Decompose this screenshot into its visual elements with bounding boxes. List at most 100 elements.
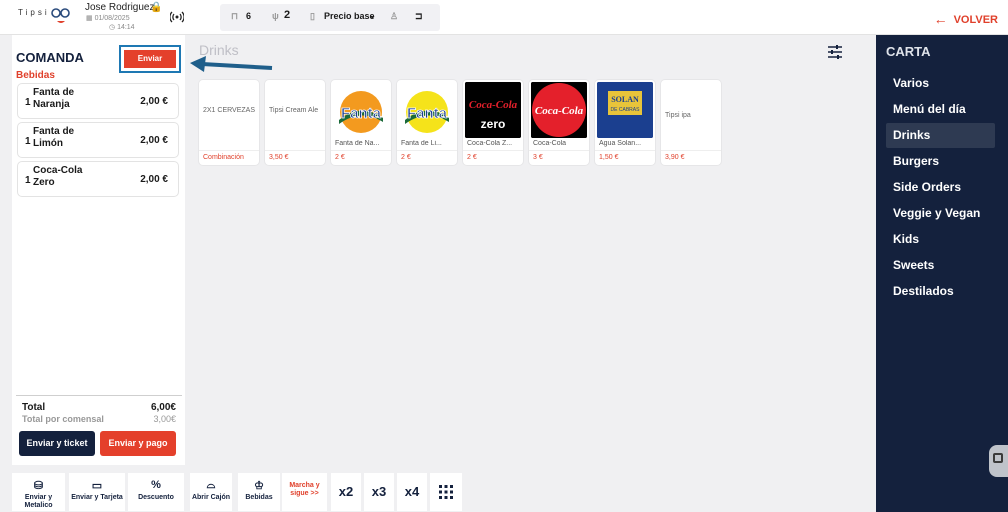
order-name: Fanta de Naranja [33, 87, 75, 110]
send-cash-button[interactable]: ⛁ Enviar y Metalico [12, 473, 65, 511]
send-card-button[interactable]: ▭ Enviar y Tarjeta [69, 473, 125, 511]
product-name: Tipsi ipa [665, 112, 691, 119]
product-name: Tipsi Cream Ale [269, 107, 319, 114]
send-button-highlight[interactable]: Enviar [119, 45, 181, 73]
card-divider [529, 150, 589, 151]
order-item[interactable]: 1 Fanta de Naranja 2,00 € [17, 83, 179, 119]
category-varios[interactable]: Varios [886, 71, 995, 96]
chef-hat-icon: ♔ [254, 480, 264, 492]
solan-de-cabras-icon: SOLAN DE CABRAS [597, 82, 653, 138]
product-name: Fanta de Li... [401, 140, 442, 147]
svg-text:Coca-Cola: Coca-Cola [535, 105, 584, 117]
section-label: Bebidas [16, 70, 55, 81]
product-card[interactable]: SOLAN DE CABRAS Agua Solan... 1,50 € [595, 80, 655, 165]
x4-button[interactable]: x4 [397, 473, 427, 511]
back-label: VOLVER [953, 14, 998, 26]
card-divider [595, 150, 655, 151]
filter-sliders-icon[interactable] [827, 44, 843, 60]
keypad-icon [439, 485, 453, 499]
product-price: 2 € [467, 154, 477, 161]
send-ticket-button[interactable]: Enviar y ticket [19, 431, 95, 456]
total-label: Total [22, 402, 46, 413]
card-divider [463, 150, 523, 151]
fanta-lemon-icon: Fanta [399, 82, 455, 138]
discount-label: Descuento [138, 494, 174, 501]
order-qty: 1 [25, 97, 31, 108]
product-card[interactable]: Coca-Cola zero Coca-Cola Z... 2 € [463, 80, 523, 165]
per-guest-label: Total por comensal [22, 414, 104, 424]
x3-button[interactable]: x3 [364, 473, 394, 511]
march-button[interactable]: Marcha y sigue >> [282, 473, 327, 511]
pointer-arrow-icon [190, 56, 273, 72]
keypad-button[interactable] [430, 473, 462, 511]
price-mode[interactable]: Precio base [324, 11, 375, 21]
drinks-send-button[interactable]: ♔ Bebidas [238, 473, 280, 511]
card-divider [265, 150, 325, 151]
category-drinks[interactable]: Drinks [886, 123, 995, 148]
send-button[interactable]: Enviar [124, 50, 176, 68]
nfc-icon[interactable] [170, 10, 184, 24]
order-name: Coca-Cola Zero [33, 165, 83, 188]
open-drawer-button[interactable]: ⌓ Abrir Cajón [190, 473, 232, 511]
product-card[interactable]: 2X1 CERVEZAS Combinación [199, 80, 259, 165]
table-info-bar[interactable]: ⊓ 6 ψ 2 ▯ Precio base ⌄ ♙ ⊐ [220, 4, 440, 31]
category-kids[interactable]: Kids [886, 227, 995, 252]
x2-button[interactable]: x2 [331, 473, 361, 511]
order-qty: 1 [25, 175, 31, 186]
order-item[interactable]: 1 Fanta de Limón 2,00 € [17, 122, 179, 158]
svg-text:Fanta: Fanta [407, 105, 448, 122]
card-divider [661, 150, 721, 151]
card-divider [397, 150, 457, 151]
date-value: 01/08/2025 [94, 15, 130, 22]
product-card[interactable]: Coca-Cola Coca-Cola 3 € [529, 80, 589, 165]
discount-button[interactable]: % Descuento [128, 473, 184, 511]
cutlery-icon: ψ [272, 11, 279, 21]
category-destilados[interactable]: Destilados [886, 279, 995, 304]
order-qty: 1 [25, 136, 31, 147]
product-name: Coca-Cola Z... [467, 140, 513, 147]
product-card[interactable]: Tipsi ipa 3,90 € [661, 80, 721, 165]
product-price: 2 € [401, 154, 411, 161]
svg-text:Fanta: Fanta [341, 105, 382, 122]
product-card[interactable]: Fanta Fanta de Li... 2 € [397, 80, 457, 165]
order-price: 2,00 € [140, 174, 168, 185]
card-icon: ▭ [91, 480, 103, 492]
product-card[interactable]: Fanta Fanta de Na... 2 € [331, 80, 391, 165]
send-card-label: Enviar y Tarjeta [71, 494, 123, 501]
send-pay-button[interactable]: Enviar y pago [100, 431, 176, 456]
comanda-title: COMANDA [16, 50, 84, 65]
lock-icon[interactable]: 🔒 [150, 2, 162, 13]
product-name: Coca-Cola [533, 140, 567, 147]
open-drawer-label: Abrir Cajón [191, 494, 231, 501]
category-veggie-vegan[interactable]: Veggie y Vegan [886, 201, 995, 226]
send-cash-label: Enviar y Metalico [24, 494, 53, 509]
order-item[interactable]: 1 Coca-Cola Zero 2,00 € [17, 161, 179, 197]
product-name: Agua Solan... [599, 140, 642, 147]
tag-icon: ▯ [310, 11, 315, 21]
card-divider [199, 150, 259, 151]
time-value: 14:14 [117, 24, 135, 31]
svg-text:Coca-Cola: Coca-Cola [469, 99, 518, 111]
order-price: 2,00 € [140, 135, 168, 146]
drinks-send-label: Bebidas [245, 494, 273, 501]
svg-text:zero: zero [481, 117, 506, 131]
product-price: 2 € [335, 154, 345, 161]
time-label: ◷ 14:14 [109, 24, 135, 31]
category-sweets[interactable]: Sweets [886, 253, 995, 278]
transfer-icon[interactable]: ⊐ [415, 11, 423, 22]
category-menu-del-dia[interactable]: Menú del día [886, 97, 995, 122]
person-icon[interactable]: ♙ [390, 11, 398, 22]
category-burgers[interactable]: Burgers [886, 149, 995, 174]
per-guest-value: 3,00€ [153, 414, 176, 424]
side-drawer-tab[interactable] [989, 445, 1008, 477]
product-price: 3,50 € [269, 154, 289, 161]
chevron-down-icon[interactable]: ⌄ [369, 11, 376, 20]
back-button[interactable]: ← VOLVER [934, 10, 998, 27]
product-price: 1,50 € [599, 154, 619, 161]
product-card[interactable]: Tipsi Cream Ale 3,50 € [265, 80, 325, 165]
date-label: ▦ 01/08/2025 [86, 15, 130, 22]
product-tag: Combinación [203, 154, 244, 161]
cash-icon: ⛁ [33, 480, 44, 492]
category-side-orders[interactable]: Side Orders [886, 175, 995, 200]
svg-text:SOLAN: SOLAN [611, 95, 639, 104]
